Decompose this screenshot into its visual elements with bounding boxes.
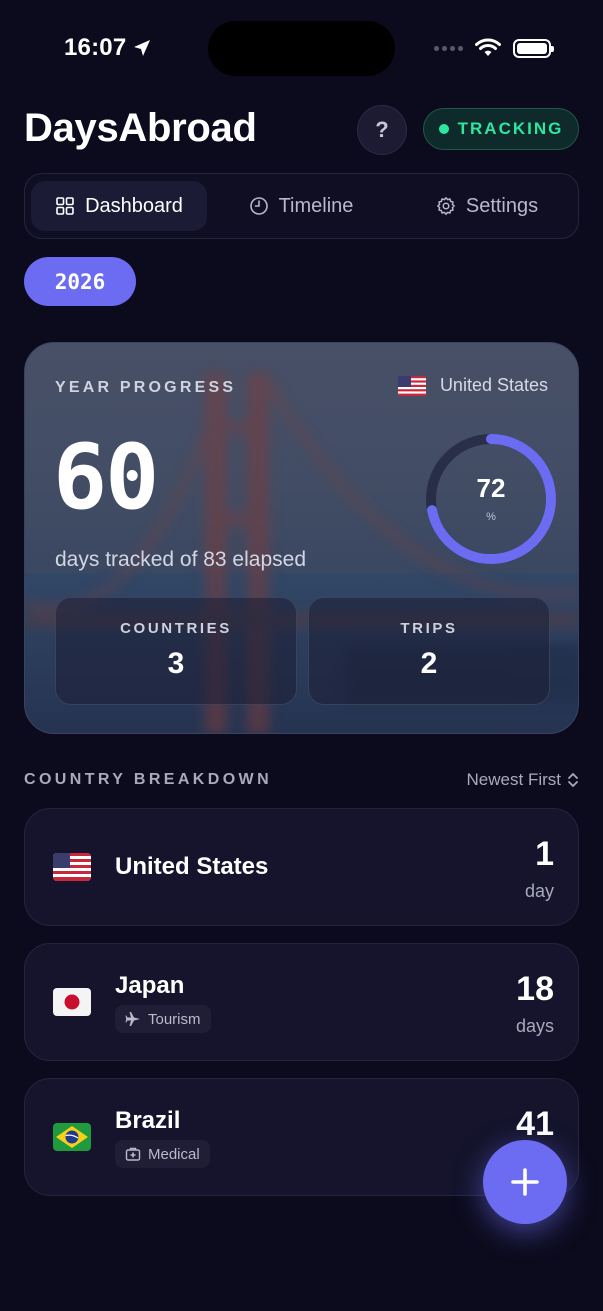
location-arrow-icon: [134, 40, 151, 56]
progress-percent-value: 72: [476, 473, 506, 503]
gear-icon: [436, 197, 455, 215]
country-day-count: 18: [516, 970, 554, 1008]
country-name: Japan: [115, 972, 185, 999]
sort-label: Newest First: [466, 770, 561, 789]
us-flag-icon: [397, 375, 426, 396]
year-progress-label: YEAR PROGRESS: [55, 379, 237, 396]
status-icons: [434, 38, 554, 58]
trips-stat-value: 2: [420, 647, 438, 680]
chevron-up-down-icon: [568, 773, 578, 787]
battery-icon: [513, 38, 554, 58]
help-button[interactable]: ?: [357, 105, 407, 155]
countries-stat-value: 3: [167, 647, 185, 680]
sort-selector[interactable]: Newest First: [467, 770, 579, 790]
tracking-dot-icon: [438, 124, 449, 134]
country-name: Brazil: [115, 1107, 181, 1134]
days-tracked-value: 60: [53, 425, 159, 530]
year-progress-card: YEAR PROGRESS United States 60 days trac…: [24, 342, 579, 734]
country-day-unit: day: [524, 881, 554, 901]
current-country: United States: [397, 375, 548, 396]
trips-stat-label: TRIPS: [400, 620, 458, 637]
country-name: United States: [115, 853, 269, 880]
status-time: 16:07: [64, 34, 152, 62]
app-title: DaysAbroad: [24, 106, 257, 150]
dynamic-island: [208, 21, 395, 76]
wifi-icon: [475, 38, 501, 56]
japan-flag-icon: [53, 988, 91, 1016]
country-day-count: 1: [535, 835, 554, 873]
tab-bar: Dashboard Timeline Settings: [24, 173, 579, 239]
tab-settings[interactable]: Settings: [409, 181, 565, 231]
add-trip-button[interactable]: [483, 1140, 567, 1224]
trip-purpose-tag: Tourism: [115, 1005, 211, 1033]
tab-dashboard[interactable]: Dashboard: [31, 181, 207, 231]
tab-settings-label: Settings: [465, 194, 539, 217]
countries-stat-label: COUNTRIES: [120, 620, 232, 637]
country-card-japan[interactable]: Japan Tourism 18 days: [24, 943, 579, 1061]
clock-icon: [249, 197, 268, 215]
year-selector[interactable]: 2026: [24, 257, 136, 306]
current-country-name: United States: [439, 375, 548, 395]
cellular-signal-icon: [434, 45, 463, 51]
plus-icon: [511, 1168, 539, 1196]
country-card-united-states[interactable]: United States 1 day: [24, 808, 579, 926]
tab-timeline-label: Timeline: [278, 194, 354, 217]
country-day-unit: days: [515, 1016, 554, 1036]
progress-percent-unit: %: [486, 511, 496, 523]
trip-purpose-tag: Medical: [115, 1140, 210, 1168]
tracking-status-badge[interactable]: TRACKING: [423, 108, 579, 150]
country-day-count: 41: [516, 1105, 554, 1143]
grid-icon: [56, 197, 74, 215]
countries-stat: COUNTRIES 3: [55, 597, 297, 705]
brazil-flag-icon: [53, 1123, 91, 1151]
us-flag-icon: [53, 853, 91, 881]
tab-dashboard-label: Dashboard: [85, 194, 183, 217]
airplane-icon: [125, 1012, 140, 1026]
tab-timeline[interactable]: Timeline: [223, 181, 379, 231]
days-tracked-subtitle: days tracked of 83 elapsed: [55, 548, 306, 571]
trips-stat: TRIPS 2: [308, 597, 550, 705]
medical-kit-icon: [125, 1147, 141, 1161]
tracking-label: TRACKING: [457, 119, 564, 138]
country-breakdown-title: COUNTRY BREAKDOWN: [24, 771, 273, 788]
trip-purpose-label: Medical: [148, 1145, 200, 1163]
trip-purpose-label: Tourism: [148, 1010, 201, 1028]
